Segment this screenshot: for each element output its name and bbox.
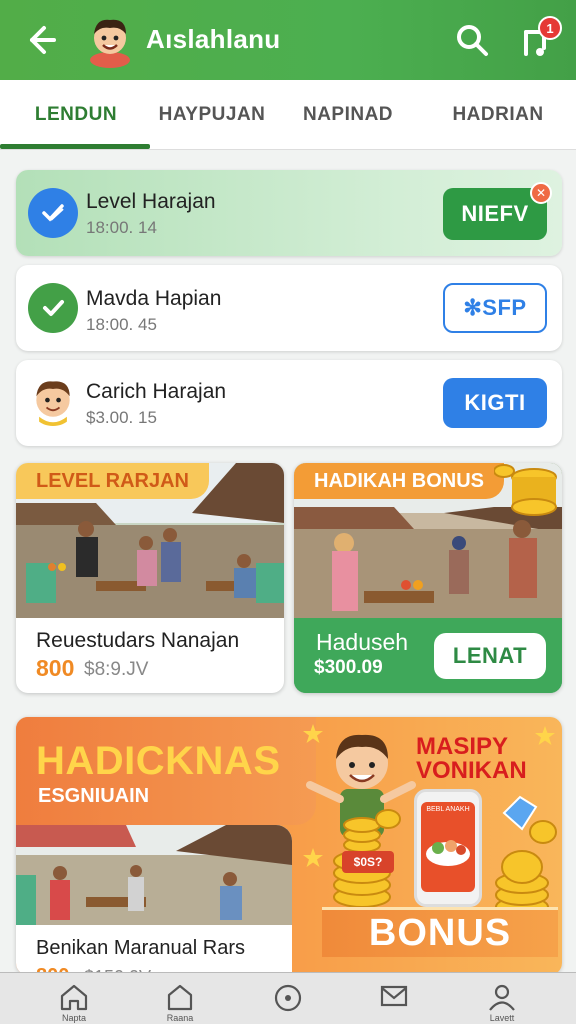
food-bowl-icon — [426, 840, 470, 866]
notification-badge: 1 — [538, 16, 562, 40]
promo-title: Reuestudars Nanajan — [36, 629, 240, 652]
gold-coins-icon — [494, 464, 557, 516]
sub-card-title: Benikan Maranual Rars — [36, 937, 245, 959]
app-bar: Aıslahlanu 1 — [0, 0, 576, 80]
check-badge-icon — [28, 188, 78, 238]
avatar — [36, 381, 70, 426]
search-icon[interactable] — [454, 22, 490, 58]
tab-bar: LENDUN HAYPUJAN NAPINAD HADRIAN — [0, 80, 576, 150]
promo-title: Haduseh — [316, 629, 409, 655]
person-icon — [489, 984, 515, 1011]
list-item[interactable]: Mavda Hapian 18:00. 45 ✻SFP — [16, 265, 562, 351]
sfp-button[interactable]: ✻SFP — [443, 283, 547, 333]
market-photo — [16, 825, 292, 925]
item-price: $3.00. 15 — [86, 408, 157, 427]
bonus-ribbon-label: BONUS — [368, 912, 512, 954]
item-time: 18:00. 45 — [86, 315, 157, 334]
list-item[interactable]: Level Harajan 18:00. 14 ΝΙΕFV ✕ — [16, 170, 562, 256]
banner-subtitle: ESGNIUAIN — [38, 785, 150, 807]
circle-icon — [274, 984, 302, 1012]
banner-title: HADICKNAS — [36, 739, 281, 783]
promo-banner[interactable]: HADICKNAS ESGNIUAIN MASIPY VONIKAN BEBL … — [16, 717, 562, 975]
banner-sub-card[interactable]: Benikan Maranual Rars 800 $150.0V — [16, 825, 292, 975]
mascot-logo-icon — [90, 19, 130, 68]
phone-label: BEBL ANAKH — [426, 806, 470, 813]
nav-item-mail[interactable] — [346, 973, 442, 1024]
kigti-button[interactable]: KIGTI — [443, 378, 547, 428]
item-time: 18:00. 14 — [86, 218, 157, 237]
check-circle-icon — [28, 283, 78, 333]
mail-icon — [380, 985, 408, 1007]
lenat-button[interactable]: LENAT — [434, 633, 546, 679]
bottom-nav: Napta Raana Lavett — [0, 972, 576, 1024]
tab-napinad[interactable]: NAPINAD — [276, 80, 420, 150]
promo-card-right[interactable]: HADIKAH BONUS Haduseh $300.09 LENAT — [294, 463, 562, 693]
nav-item-napta[interactable]: Napta — [26, 973, 122, 1024]
promo-card-left[interactable]: LEVEL RARJAN Reuestudars Nanajan 800 $8:… — [16, 463, 284, 693]
item-title: Carich Harajan — [86, 380, 227, 403]
list-item[interactable]: Carich Harajan $3.00. 15 KIGTI — [16, 360, 562, 446]
active-tab-indicator — [0, 144, 150, 149]
close-badge-icon[interactable]: ✕ — [530, 182, 552, 204]
star-icon — [303, 848, 323, 867]
promo-tag: HADIKAH BONUS — [294, 463, 504, 499]
star-icon — [535, 726, 555, 745]
promo-tag: LEVEL RARJAN — [16, 463, 209, 499]
nav-label: Napta — [61, 1013, 87, 1023]
nav-item-raana[interactable]: Raana — [132, 973, 228, 1024]
nav-label: Lavett — [489, 1013, 515, 1023]
nav-item-center[interactable] — [240, 973, 336, 1024]
back-arrow-icon[interactable] — [22, 22, 58, 58]
banner-headline-2: VONIKAN — [416, 757, 527, 784]
item-title: Level Harajan — [86, 190, 216, 213]
star-icon — [303, 724, 323, 743]
app-title: Aıslahlanu — [146, 24, 281, 54]
promo-price: 800 — [36, 655, 75, 681]
item-title: Mavda Hapian — [86, 287, 222, 310]
promo-old-price: $8:9.JV — [84, 659, 149, 680]
house-icon — [167, 984, 193, 1011]
promo-price: $300.09 — [314, 657, 383, 678]
phone-mockup: BEBL ANAKH — [414, 789, 482, 907]
tab-hadrian[interactable]: HADRIAN — [426, 80, 570, 150]
coin-chip: $0S? — [342, 851, 394, 873]
home-icon — [60, 984, 88, 1011]
tab-haypujan[interactable]: HAYPUJAN — [140, 80, 284, 150]
coin-icon — [529, 820, 557, 844]
nav-label: Raana — [166, 1013, 194, 1023]
bonus-ribbon: BONUS — [322, 907, 558, 957]
tab-lendun[interactable]: LENDUN — [4, 80, 148, 150]
nav-item-lavett[interactable]: Lavett — [454, 973, 550, 1024]
